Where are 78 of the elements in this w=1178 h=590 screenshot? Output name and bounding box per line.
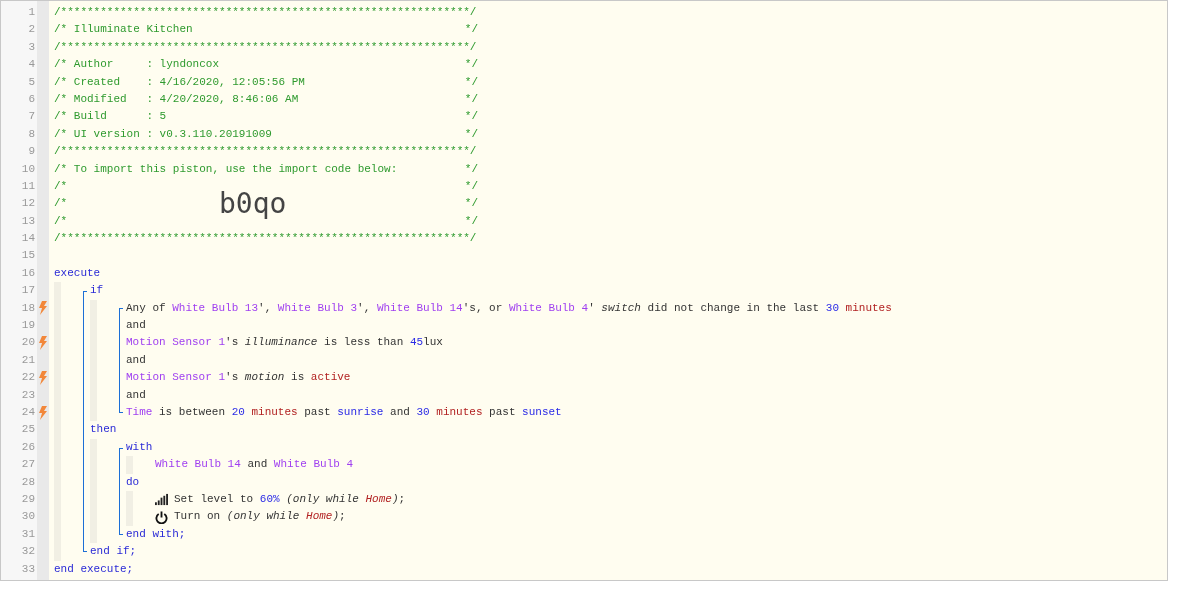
- line-number: 30: [20, 509, 36, 525]
- code-line: White Bulb 14 and White Bulb 4: [155, 457, 354, 473]
- comment-text: /*: [54, 178, 68, 194]
- code-line: and: [126, 318, 146, 334]
- comment-end: */: [464, 161, 478, 177]
- code-line: Motion Sensor 1's illuminance is less than 45lux: [126, 335, 443, 351]
- comment-end: */: [464, 22, 478, 38]
- code-line: Set level to 60% (only while Home);: [174, 491, 406, 507]
- line-number: 25: [20, 422, 36, 438]
- line-number: 4: [27, 57, 36, 73]
- line-number: 24: [20, 405, 36, 420]
- comment-end: */: [464, 57, 478, 73]
- line-number: 10: [20, 161, 36, 177]
- comment-text: /* Illuminate Kitchen: [54, 22, 193, 38]
- code-line: Time is between 20 minutes past sunrise and 30 minutes past sunset: [126, 405, 562, 420]
- code-line: do: [126, 474, 140, 490]
- line-number: 2: [27, 22, 36, 38]
- code-line: with: [126, 439, 153, 455]
- line-number: 11: [20, 178, 36, 194]
- line-number: 7: [27, 109, 36, 125]
- line-number: 13: [20, 213, 36, 229]
- comment-text: /**************************************************************/: [54, 5, 477, 20]
- comment-end: */: [464, 178, 478, 194]
- code-line: end with;: [126, 526, 186, 542]
- comment-end: */: [464, 91, 478, 107]
- line-number: 28: [20, 474, 36, 490]
- code-line: execute: [54, 265, 101, 281]
- line-number: 16: [20, 265, 36, 281]
- comment-end: */: [464, 74, 478, 90]
- code-line: if: [90, 283, 104, 299]
- power-icon: [155, 510, 168, 524]
- code-line: then: [90, 422, 117, 438]
- code-line: Motion Sensor 1's motion is active: [126, 370, 351, 386]
- line-number: 12: [20, 196, 36, 212]
- line-number: 8: [27, 126, 36, 142]
- line-number: 15: [20, 248, 36, 264]
- line-number: 32: [20, 544, 36, 560]
- comment-text: /* Created : 4/16/2020, 12:05:56 PM: [54, 74, 305, 90]
- line-number: 31: [20, 526, 36, 542]
- comment-text: /*: [54, 213, 68, 229]
- comment-text: /* Author : lyndoncox: [54, 57, 220, 73]
- comment-text: /* Modified : 4/20/2020, 8:46:06 AM: [54, 91, 299, 107]
- line-number: 3: [27, 39, 36, 55]
- line-number: 9: [27, 144, 36, 160]
- line-number: 26: [20, 439, 36, 455]
- line-number: 1: [27, 5, 36, 20]
- comment-text: /*: [54, 196, 68, 212]
- comment-text: /* To import this piston, use the import code below:: [54, 161, 398, 177]
- comment-text: /**************************************************************/: [54, 39, 477, 55]
- comment-end: */: [464, 196, 478, 212]
- comment-text: /* UI version : v0.3.110.20191009: [54, 126, 272, 142]
- code-line: end if;: [90, 544, 137, 560]
- line-number: 19: [20, 318, 36, 334]
- code-line: Turn on (only while Home);: [174, 509, 346, 525]
- line-number: 5: [27, 74, 36, 90]
- comment-text: /**************************************************************/: [54, 231, 477, 247]
- code-line: Any of White Bulb 13', White Bulb 3', White Bulb 14's, or White Bulb 4' switch did not change in the last 30 minutes: [126, 300, 892, 316]
- comment-end: */: [464, 213, 478, 229]
- line-number: 33: [20, 561, 36, 577]
- comment-end: */: [464, 109, 478, 125]
- line-number: 21: [20, 352, 36, 368]
- comment-end: */: [464, 126, 478, 142]
- code-line: and: [126, 352, 146, 368]
- code-line: and: [126, 387, 146, 403]
- line-number: 17: [20, 283, 36, 299]
- line-number: 22: [20, 370, 36, 386]
- comment-text: /* Build : 5: [54, 109, 167, 125]
- line-number: 20: [20, 335, 36, 351]
- signal-bars-icon: [155, 493, 168, 507]
- import-code: b0qo: [219, 187, 287, 222]
- code-line: end execute;: [54, 561, 134, 577]
- line-number: 6: [27, 91, 36, 107]
- line-number: 27: [20, 457, 36, 473]
- line-number: 14: [20, 231, 36, 247]
- comment-text: /**************************************************************/: [54, 144, 477, 160]
- line-number: 18: [20, 300, 36, 316]
- line-number: 23: [20, 387, 36, 403]
- line-number: 29: [20, 491, 36, 507]
